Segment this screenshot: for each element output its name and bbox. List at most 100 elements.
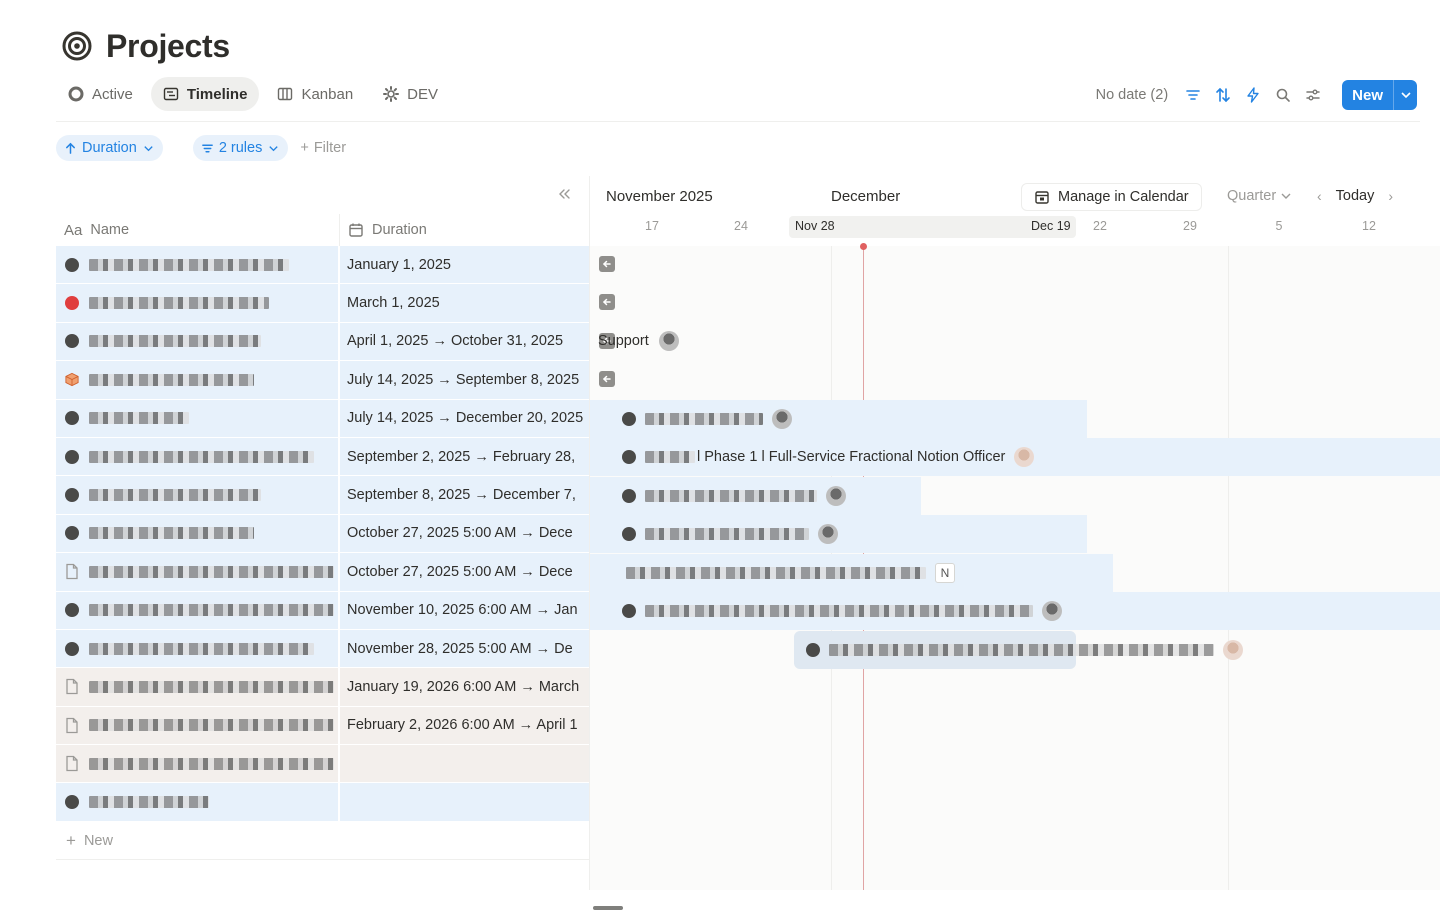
tab-dev[interactable]: DEV: [371, 77, 450, 111]
table-row[interactable]: September 2, 2025 → February 28,: [56, 437, 589, 477]
table-row[interactable]: February 2, 2026 6:00 AM → April 1: [56, 706, 589, 746]
filter-icon[interactable]: [1184, 86, 1202, 104]
name-cell[interactable]: [56, 591, 340, 629]
timeline-bar[interactable]: [590, 400, 1087, 438]
manage-in-calendar-button[interactable]: Manage in Calendar: [1021, 183, 1202, 211]
avatar: [658, 331, 679, 351]
duration-cell[interactable]: October 27, 2025 5:00 AM → Dece: [340, 553, 589, 590]
scroll-to-item-button[interactable]: [599, 371, 615, 387]
table-row[interactable]: [56, 745, 589, 784]
duration-column-header[interactable]: Duration: [340, 222, 589, 238]
item-title: l Phase 1 l Full-Service Fractional Noti…: [697, 449, 1006, 465]
timeline-bar[interactable]: N: [590, 554, 1113, 592]
name-cell[interactable]: [56, 668, 340, 706]
arrow-up-icon: [66, 142, 75, 154]
plus-icon: +: [300, 140, 309, 156]
name-cell[interactable]: [56, 361, 340, 399]
duration-cell[interactable]: September 2, 2025 → February 28,: [340, 438, 589, 475]
table-row[interactable]: January 1, 2025: [56, 246, 589, 285]
duration-cell[interactable]: March 1, 2025: [340, 284, 589, 321]
rules-chip[interactable]: 2 rules: [192, 135, 289, 161]
redacted-text: [645, 413, 763, 425]
settings-sliders-icon[interactable]: [1304, 86, 1322, 104]
sort-chip-label: Duration: [82, 140, 137, 156]
add-row-button[interactable]: + New: [56, 822, 589, 860]
tab-timeline[interactable]: Timeline: [150, 77, 260, 111]
table-header: Aa Name Duration: [56, 214, 589, 246]
table-row[interactable]: November 10, 2025 6:00 AM → Jan: [56, 591, 589, 630]
tab-kanban[interactable]: Kanban: [265, 77, 365, 111]
name-cell[interactable]: [56, 783, 340, 821]
duration-cell[interactable]: July 14, 2025 → December 20, 2025: [340, 400, 589, 437]
duration-cell[interactable]: November 10, 2025 6:00 AM → Jan: [340, 592, 589, 629]
duration-cell[interactable]: [340, 745, 589, 782]
name-cell[interactable]: [56, 322, 340, 361]
name-cell[interactable]: [56, 399, 340, 437]
chevron-left-icon[interactable]: ‹: [1317, 188, 1322, 204]
timeline-bar[interactable]: [590, 477, 921, 515]
duration-cell[interactable]: October 27, 2025 5:00 AM → Dece: [340, 515, 589, 552]
add-filter-button[interactable]: + Filter: [300, 140, 346, 156]
today-button[interactable]: Today: [1336, 188, 1375, 204]
timeline-panel: November 2025 December 17 24 Nov 28 Dec …: [589, 176, 1440, 890]
name-column-header[interactable]: Aa Name: [56, 214, 340, 246]
collapse-table-icon[interactable]: [556, 186, 572, 202]
duration-cell[interactable]: July 14, 2025 → September 8, 2025: [340, 361, 589, 398]
duration-cell[interactable]: September 8, 2025 → December 7,: [340, 476, 589, 513]
filter-bar: Duration 2 rules + Filter: [56, 135, 346, 161]
duration-cell[interactable]: January 1, 2025: [340, 246, 589, 283]
name-cell[interactable]: [56, 706, 340, 745]
name-cell[interactable]: [56, 246, 340, 284]
table-row[interactable]: November 28, 2025 5:00 AM → De: [56, 629, 589, 669]
name-cell[interactable]: [56, 514, 340, 553]
chevron-down-icon: [1281, 193, 1291, 199]
table-row[interactable]: October 27, 2025 5:00 AM → Dece: [56, 553, 589, 592]
name-cell[interactable]: [56, 629, 340, 668]
add-filter-label: Filter: [313, 140, 347, 156]
name-cell[interactable]: [56, 437, 340, 476]
timeline-bar[interactable]: l Phase 1 l Full-Service Fractional Noti…: [590, 438, 1440, 476]
duration-cell[interactable]: April 1, 2025 → October 31, 2025: [340, 323, 589, 360]
scroll-to-item-button[interactable]: [599, 294, 615, 310]
table-row[interactable]: July 14, 2025 → September 8, 2025: [56, 361, 589, 400]
sort-icon[interactable]: [1214, 86, 1232, 104]
table-row[interactable]: October 27, 2025 5:00 AM → Dece: [56, 514, 589, 554]
board-icon: [278, 87, 293, 101]
table-row[interactable]: [56, 783, 589, 822]
resize-handle[interactable]: [593, 906, 623, 910]
new-button[interactable]: New: [1342, 80, 1417, 110]
status-dot: [65, 526, 79, 541]
grid-line: [1228, 246, 1229, 890]
table-row[interactable]: January 19, 2026 6:00 AM → March: [56, 668, 589, 707]
chevron-down-icon[interactable]: [1393, 80, 1417, 110]
table-row[interactable]: July 14, 2025 → December 20, 2025: [56, 399, 589, 438]
chevron-right-icon[interactable]: ›: [1388, 188, 1393, 204]
search-icon[interactable]: [1274, 86, 1292, 104]
name-cell[interactable]: [56, 745, 340, 783]
avatar: [818, 524, 838, 544]
duration-cell[interactable]: November 28, 2025 5:00 AM → De: [340, 630, 589, 667]
table-row[interactable]: September 8, 2025 → December 7,: [56, 476, 589, 515]
redacted-text: [645, 605, 1033, 617]
table-row[interactable]: April 1, 2025 → October 31, 2025: [56, 322, 589, 362]
tab-active[interactable]: Active: [56, 77, 145, 111]
duration-cell[interactable]: February 2, 2026 6:00 AM → April 1: [340, 707, 589, 744]
timeline-bar[interactable]: [590, 592, 1440, 630]
name-cell[interactable]: [56, 476, 340, 514]
sort-chip[interactable]: Duration: [56, 135, 163, 161]
timeline-bar[interactable]: [590, 515, 1087, 553]
timeline-item-label[interactable]: Support: [590, 322, 679, 360]
table-row[interactable]: March 1, 2025: [56, 284, 589, 323]
redacted-text: [89, 796, 209, 809]
timeline-bar[interactable]: [794, 631, 1243, 669]
no-date-button[interactable]: No date (2): [1096, 87, 1169, 103]
zoom-select[interactable]: Quarter: [1227, 188, 1292, 204]
name-cell[interactable]: [56, 284, 340, 322]
name-cell[interactable]: [56, 553, 340, 591]
automation-icon[interactable]: [1244, 86, 1262, 104]
scroll-to-item-button[interactable]: [599, 256, 615, 272]
chevron-down-icon: [144, 145, 153, 151]
duration-cell[interactable]: January 19, 2026 6:00 AM → March: [340, 668, 589, 705]
duration-cell[interactable]: [340, 783, 589, 820]
day-tick: 29: [1183, 219, 1197, 233]
